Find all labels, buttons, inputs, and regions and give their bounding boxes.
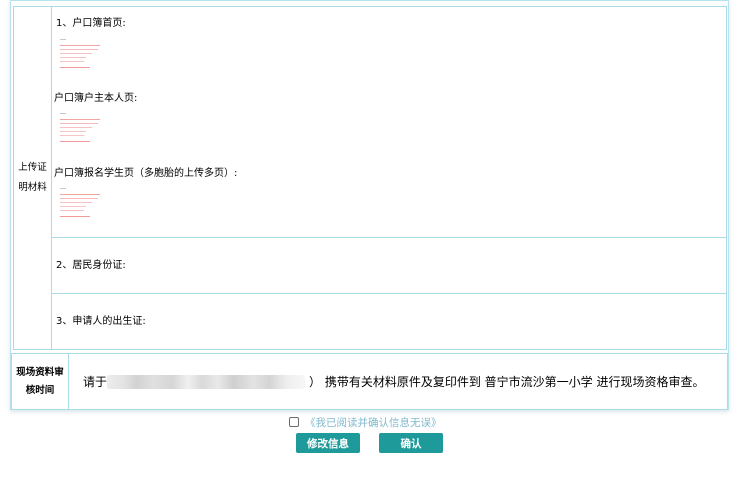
upload-materials-table: 上传证 明材料 1、户口簿首页: 户口簿户主本人页: 户口簿报名学生页（多胞胎的… bbox=[13, 6, 727, 350]
household-first-page-thumbnail[interactable] bbox=[60, 39, 110, 73]
id-card-row: 2、居民身份证: bbox=[52, 238, 726, 294]
upload-label: 上传证 明材料 bbox=[18, 162, 47, 193]
student-page-thumbnail[interactable] bbox=[60, 188, 110, 222]
item-household-first-page-title: 1、户口簿首页: bbox=[56, 18, 126, 29]
household-register-row: 1、户口簿首页: 户口簿户主本人页: 户口簿报名学生页（多胞胎的上传多页）: bbox=[52, 7, 726, 238]
inspection-text: 请于 ） 携带有关材料原件及复印件到 普宁市流沙第一小学 进行现场资格审查。 bbox=[69, 354, 727, 409]
inspection-label: 现场资料审 核时间 bbox=[16, 366, 64, 396]
redacted-time bbox=[107, 374, 306, 389]
birth-certificate-row: 3、申请人的出生证: bbox=[52, 294, 726, 349]
confirm-button[interactable]: 确认 bbox=[379, 433, 443, 453]
inspection-text-prefix: 请于 bbox=[83, 375, 108, 389]
item-student-page-title: 户口簿报名学生页（多胞胎的上传多页）: bbox=[54, 168, 238, 179]
upload-content: 1、户口簿首页: 户口簿户主本人页: 户口簿报名学生页（多胞胎的上传多页）: 2… bbox=[52, 7, 726, 349]
confirm-row: 《我已阅读并确认信息无误》 bbox=[289, 415, 442, 429]
confirm-checkbox[interactable] bbox=[289, 417, 299, 427]
edit-info-button[interactable]: 修改信息 bbox=[296, 433, 360, 453]
inspection-label-cell: 现场资料审 核时间 bbox=[12, 354, 69, 409]
item-birth-certificate-title: 3、申请人的出生证: bbox=[56, 316, 146, 327]
item-id-card-title: 2、居民身份证: bbox=[56, 260, 126, 271]
upload-label-cell: 上传证 明材料 bbox=[14, 7, 52, 349]
inspection-time-table: 现场资料审 核时间 请于 ） 携带有关材料原件及复印件到 普宁市流沙第一小学 进… bbox=[11, 353, 728, 410]
confirm-checkbox-label[interactable]: 《我已阅读并确认信息无误》 bbox=[305, 415, 442, 430]
item-household-head-page-title: 户口簿户主本人页: bbox=[54, 93, 138, 104]
inspection-text-suffix: ） 携带有关材料原件及复印件到 普宁市流沙第一小学 进行现场资格审查。 bbox=[309, 375, 705, 389]
household-head-page-thumbnail[interactable] bbox=[60, 113, 110, 147]
